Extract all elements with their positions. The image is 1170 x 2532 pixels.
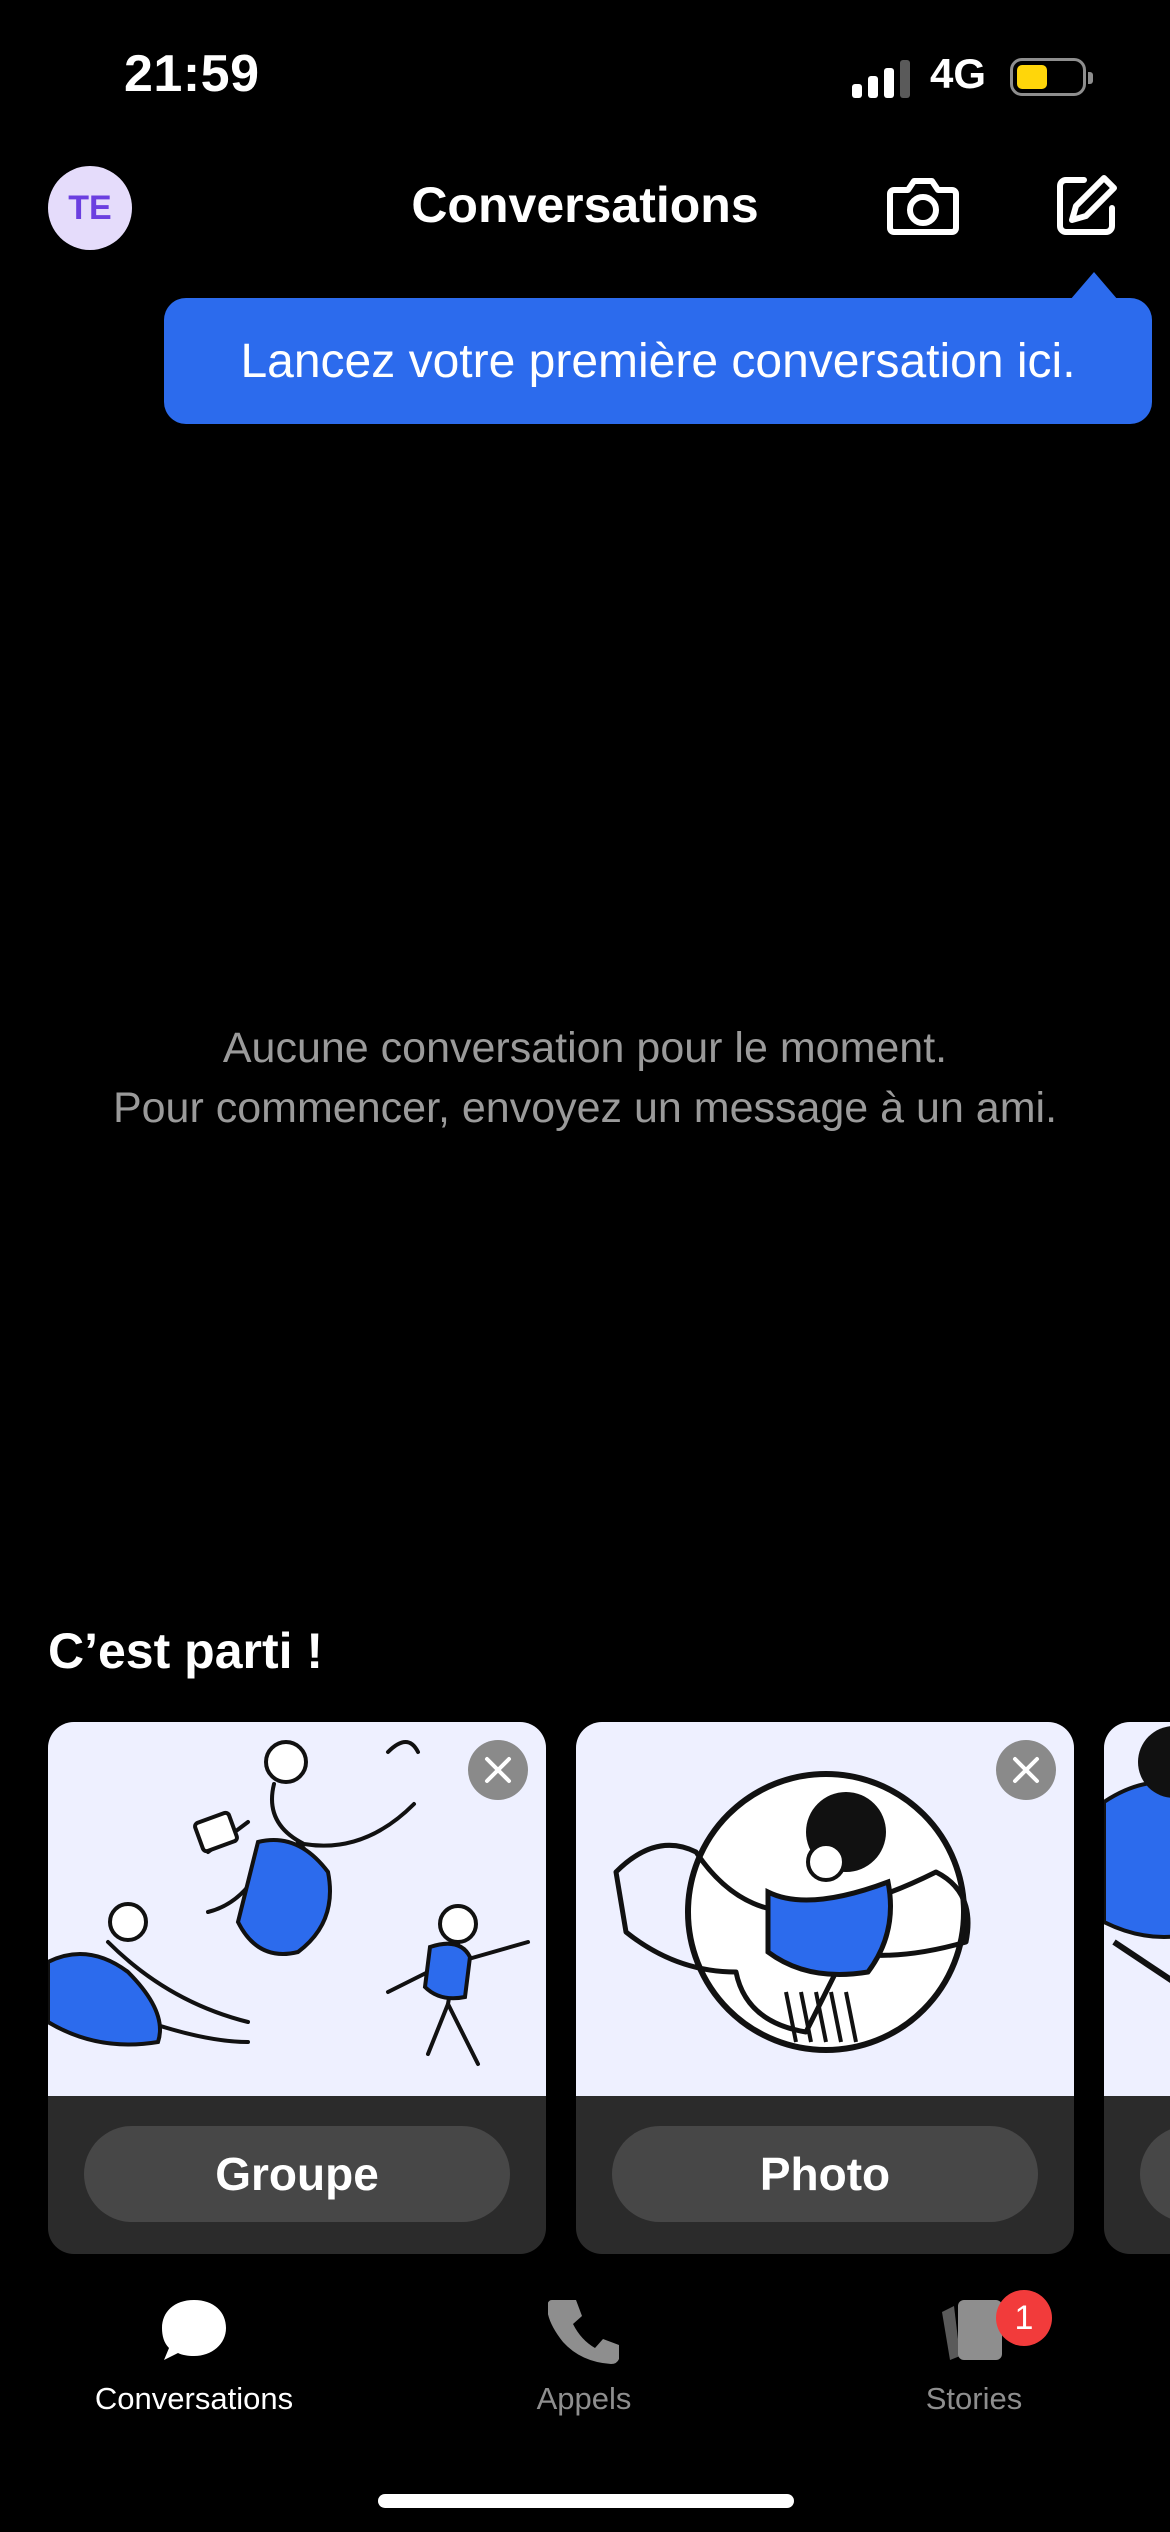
onboarding-tooltip[interactable]: Lancez votre première conversation ici. (164, 298, 1152, 424)
camera-button[interactable] (886, 172, 960, 240)
tab-conversations[interactable]: Conversations (44, 2296, 344, 2417)
photo-card[interactable]: Photo (576, 1722, 1074, 2254)
compose-button[interactable] (1054, 172, 1120, 238)
partial-card-button[interactable] (1140, 2126, 1170, 2222)
compose-icon (1057, 175, 1117, 235)
status-time: 21:59 (124, 45, 260, 103)
page-title: Conversations (411, 177, 759, 233)
close-icon (1013, 1757, 1039, 1783)
battery-icon (1010, 58, 1093, 96)
empty-state-line1: Aucune conversation pour le moment. (222, 1024, 948, 1072)
tab-stories[interactable]: Stories (824, 2296, 1124, 2417)
empty-state-line2: Pour commencer, envoyez un message à un … (112, 1084, 1058, 1132)
partial-next-card[interactable] (1104, 1722, 1170, 2254)
tab-stories-label: Stories (925, 2381, 1023, 2416)
section-title: C’est parti ! (48, 1623, 324, 1679)
dismiss-group-card-button[interactable] (468, 1740, 528, 1800)
tab-calls-label: Appels (536, 2381, 632, 2416)
photo-card-button[interactable]: Photo (612, 2126, 1038, 2222)
phone-icon (547, 2300, 619, 2364)
group-card[interactable]: Groupe (48, 1722, 546, 2254)
chat-bubble-icon (162, 2300, 226, 2360)
empty-state-message: Aucune conversation pour le moment. Pour… (0, 1018, 1170, 1138)
camera-icon (887, 178, 959, 235)
tab-calls[interactable]: Appels (434, 2296, 734, 2417)
cellular-signal-icon (852, 58, 916, 98)
dismiss-photo-card-button[interactable] (996, 1740, 1056, 1800)
tooltip-arrow (1070, 272, 1118, 300)
card-illustration (1104, 1722, 1170, 2096)
group-card-button[interactable]: Groupe (84, 2126, 510, 2222)
stories-badge: 1 (996, 2290, 1052, 2346)
close-icon (485, 1757, 511, 1783)
tab-conversations-label: Conversations (94, 2381, 294, 2416)
network-type: 4G (930, 50, 987, 97)
home-indicator[interactable] (378, 2494, 794, 2508)
